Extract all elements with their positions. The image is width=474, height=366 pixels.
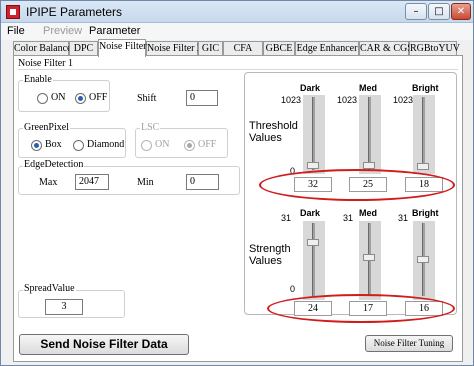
strength-dark-max: 31: [281, 213, 292, 223]
lsc-label: LSC: [140, 122, 161, 133]
shift-label: Shift: [137, 93, 157, 104]
edge-detection-label: EdgeDetection: [23, 159, 85, 170]
lsc-off-radio[interactable]: [184, 140, 195, 151]
menu-file[interactable]: File: [7, 25, 25, 37]
group-title: Noise Filter 1: [18, 58, 73, 69]
menu-bar: File Preview Parameter: [1, 23, 473, 40]
strength-bright-max: 31: [398, 213, 409, 223]
edge-detection-group: EdgeDetection Max 2047 Min 0: [18, 159, 240, 195]
strength-bright-header: Bright: [412, 208, 439, 218]
slider-groove: [422, 97, 425, 170]
greenpixel-group: GreenPixel Box Diamond: [18, 122, 126, 158]
strength-dark-header: Dark: [300, 208, 321, 218]
tab-gic[interactable]: GIC: [198, 41, 223, 56]
edge-min-input[interactable]: 0: [186, 174, 219, 190]
strength-label-line1: Strength: [249, 243, 291, 255]
slider-groove: [368, 97, 371, 170]
slider-groove: [312, 223, 315, 296]
strength-bright-thumb[interactable]: [417, 255, 429, 263]
greenpixel-diamond-radio[interactable]: [73, 140, 84, 151]
enable-on-label: ON: [51, 92, 66, 103]
enable-group: Enable ON OFF: [18, 74, 110, 112]
spread-value-group: SpreadValue 3: [18, 283, 125, 318]
strength-med-slider[interactable]: [359, 221, 381, 300]
maximize-button[interactable]: □: [428, 3, 450, 20]
greenpixel-label: GreenPixel: [23, 122, 70, 133]
lsc-off-label: OFF: [198, 139, 217, 150]
tab-edge-enhancer[interactable]: Edge Enhancer: [295, 41, 359, 56]
strength-highlight-ellipse: [267, 294, 455, 323]
threshold-med-max: 1023: [337, 95, 358, 105]
edge-max-input[interactable]: 2047: [75, 174, 109, 190]
threshold-bright-slider[interactable]: [413, 95, 435, 174]
threshold-dark-max: 1023: [281, 95, 302, 105]
noise-filter-panel: Noise Filter 1 Enable ON OFF Shift 0 Gre…: [13, 55, 463, 362]
tab-noise-filter-2[interactable]: Noise Filter 2: [146, 41, 202, 56]
threshold-med-slider[interactable]: [359, 95, 381, 174]
menu-preview[interactable]: Preview: [43, 25, 82, 37]
spread-value-label: SpreadValue: [23, 283, 76, 294]
greenpixel-box-label: Box: [45, 139, 62, 150]
edge-min-label: Min: [137, 177, 154, 188]
enable-off-label: OFF: [89, 92, 108, 103]
slider-groove: [312, 97, 315, 170]
shift-input[interactable]: 0: [186, 90, 218, 106]
lsc-on-radio[interactable]: [141, 140, 152, 151]
strength-bright-slider[interactable]: [413, 221, 435, 300]
action-bar: Send Noise Filter Data Noise Filter Tuni…: [13, 327, 463, 361]
lsc-group: LSC ON OFF: [135, 122, 228, 158]
app-logo-icon: [6, 5, 20, 19]
slider-group: Dark Med Bright Threshold Values 1023 0 …: [244, 72, 457, 323]
threshold-med-header: Med: [359, 83, 377, 93]
strength-dark-slider[interactable]: [303, 221, 325, 300]
threshold-dark-slider[interactable]: [303, 95, 325, 174]
threshold-highlight-ellipse: [259, 169, 455, 201]
strength-med-thumb[interactable]: [363, 253, 375, 261]
group-divider: [18, 69, 458, 70]
enable-label: Enable: [23, 74, 53, 85]
strength-med-header: Med: [359, 208, 377, 218]
enable-off-radio[interactable]: [75, 93, 86, 104]
close-button[interactable]: ✕: [451, 3, 471, 20]
threshold-bright-header: Bright: [412, 83, 439, 93]
send-noise-filter-data-button[interactable]: Send Noise Filter Data: [19, 334, 189, 355]
enable-on-radio[interactable]: [37, 93, 48, 104]
menu-parameter[interactable]: Parameter: [89, 25, 140, 37]
threshold-label-line1: Threshold: [249, 120, 298, 132]
tab-noise-filter[interactable]: Noise Filter: [98, 39, 147, 57]
spread-value-input[interactable]: 3: [45, 299, 83, 315]
tab-rgb-to-yuv[interactable]: RGBtoYUV: [409, 41, 460, 56]
lsc-on-label: ON: [155, 139, 170, 150]
tab-color-balance[interactable]: Color Balance: [13, 41, 71, 56]
noise-filter-tuning-button[interactable]: Noise Filter Tuning: [365, 335, 453, 352]
strength-dark-thumb[interactable]: [307, 238, 319, 246]
greenpixel-box-radio[interactable]: [31, 140, 42, 151]
tab-car-cgs[interactable]: CAR & CGS: [359, 41, 413, 56]
tab-gbce[interactable]: GBCE: [263, 41, 295, 56]
threshold-bright-max: 1023: [393, 95, 414, 105]
minimize-button[interactable]: –: [405, 3, 427, 20]
ipipe-parameters-window: IPIPE Parameters – □ ✕ File Preview Para…: [0, 0, 474, 366]
edge-max-label: Max: [39, 177, 58, 188]
tab-cfa[interactable]: CFA: [223, 41, 263, 56]
threshold-dark-header: Dark: [300, 83, 321, 93]
window-title: IPIPE Parameters: [26, 5, 123, 19]
greenpixel-diamond-label: Diamond: [87, 139, 125, 150]
strength-dark-min: 0: [290, 284, 296, 294]
threshold-label-line2: Values: [249, 132, 282, 144]
threshold-dark-thumb[interactable]: [307, 161, 319, 169]
strength-med-max: 31: [343, 213, 354, 223]
threshold-bright-thumb[interactable]: [417, 162, 429, 170]
tab-dpc[interactable]: DPC: [69, 41, 98, 56]
title-bar: IPIPE Parameters – □ ✕: [1, 1, 473, 23]
strength-label-line2: Values: [249, 255, 282, 267]
